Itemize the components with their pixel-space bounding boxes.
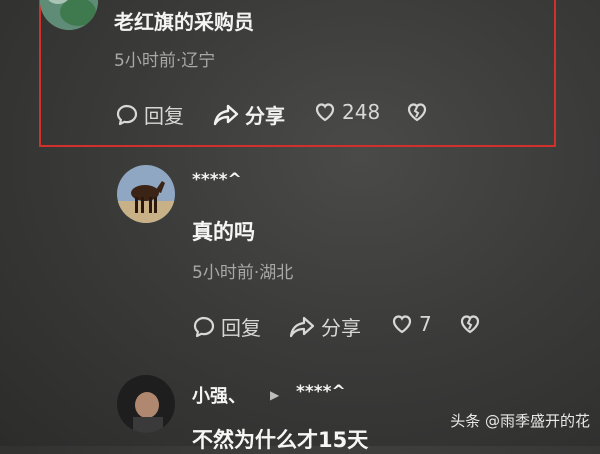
comment-icon [193,316,215,337]
share-button[interactable]: 分享 [288,312,361,341]
share-label: 分享 [245,104,285,128]
comment-username[interactable]: 老红旗的采购员 [114,6,254,35]
like-button[interactable]: 248 [313,100,380,124]
heart-icon [392,315,412,334]
share-icon [213,104,239,125]
person-avatar-image [117,375,175,433]
like-button[interactable]: 7 [390,312,432,336]
share-button[interactable]: 分享 [212,100,285,129]
comment-username[interactable]: 小强、 [192,382,246,408]
like-count: 7 [419,312,432,336]
horse-avatar-image [117,165,175,223]
avatar[interactable] [117,375,175,433]
comment-icon [116,104,138,125]
reply-to-username[interactable]: ****^ [296,382,346,402]
avatar[interactable] [117,165,175,223]
dislike-button[interactable] [458,312,482,336]
reply-button[interactable]: 回复 [115,100,184,129]
dislike-button[interactable] [405,100,429,124]
broken-heart-icon [460,315,480,334]
comment-meta: 5小时前·湖北 [192,263,294,283]
comment-meta: 5小时前·辽宁 [114,51,216,71]
comment-username[interactable]: ****^ [192,170,242,190]
watermark-text: 头条 @雨季盛开的花 [450,412,590,430]
like-count: 248 [342,100,381,124]
broken-heart-icon [407,103,427,122]
watermark: 头条 @雨季盛开的花 [450,410,590,431]
comment-content: 真的吗 [192,220,255,244]
share-label: 分享 [321,316,361,340]
share-icon [289,316,315,337]
reply-label: 回复 [221,316,261,340]
reply-label: 回复 [144,104,184,128]
heart-icon [315,103,335,122]
reply-button[interactable]: 回复 [192,312,261,341]
comment-content: 不然为什么才15天 [192,428,369,452]
reply-arrow-icon: ▶ [270,388,280,402]
